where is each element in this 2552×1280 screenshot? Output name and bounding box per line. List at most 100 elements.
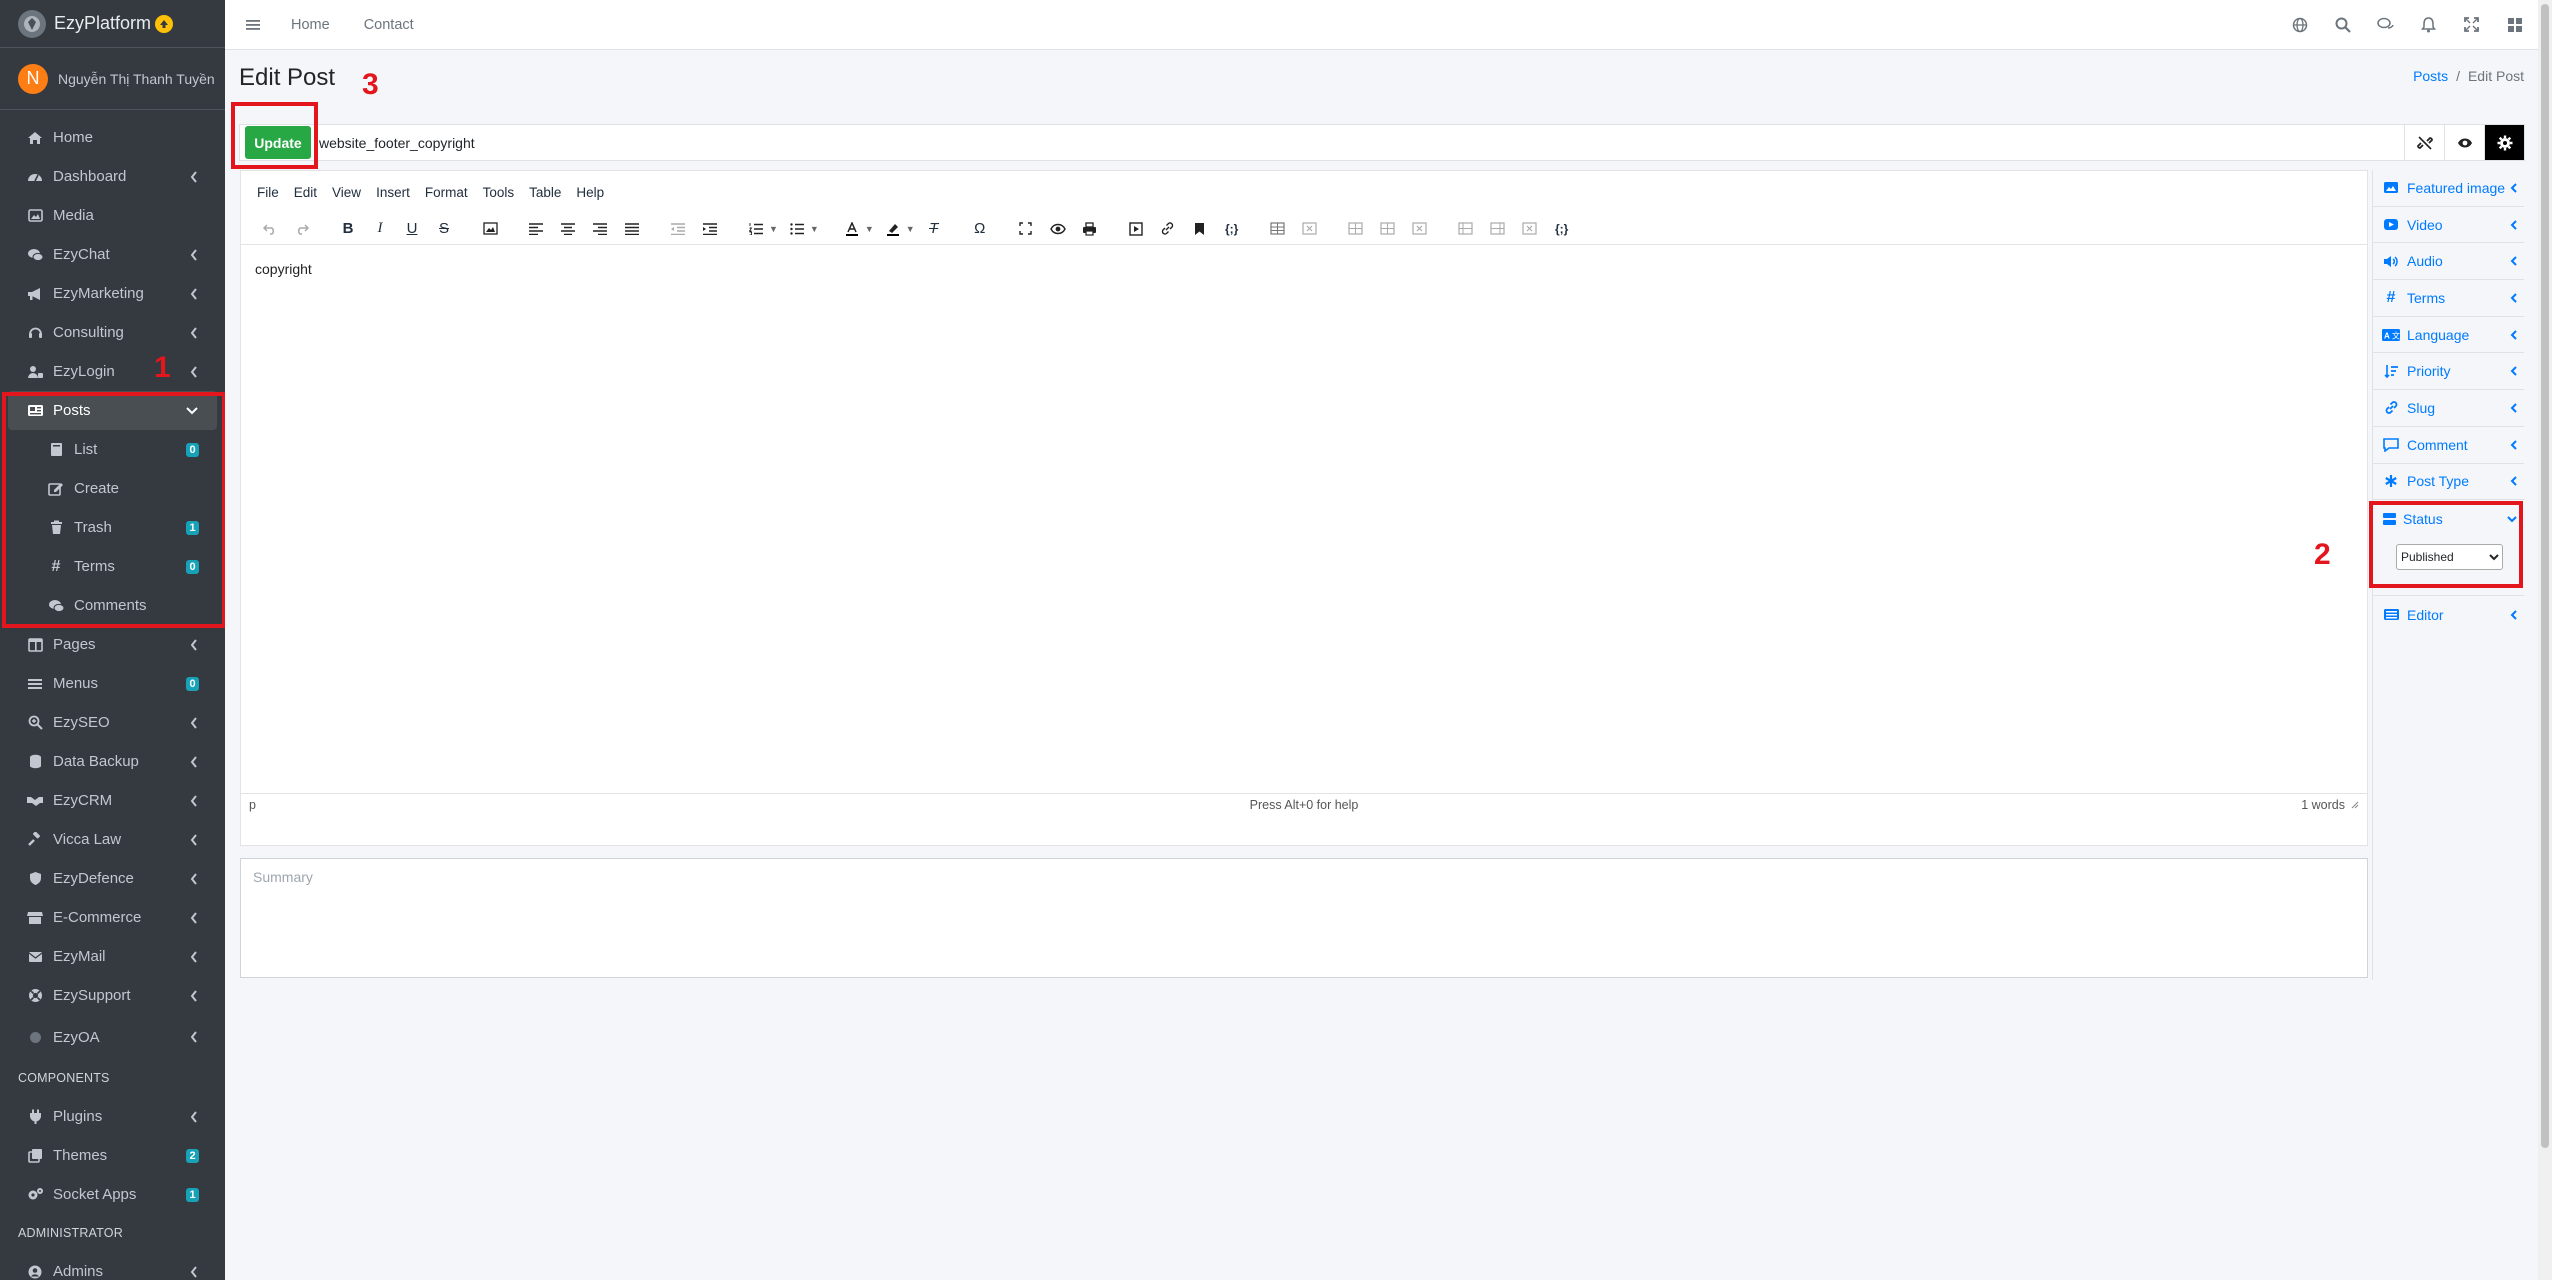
chevron-down-icon[interactable]: ▼ bbox=[865, 224, 874, 234]
sidebar-item-posts[interactable]: Posts bbox=[8, 391, 217, 430]
menu-toggle-icon[interactable] bbox=[225, 19, 281, 31]
insert-image-icon[interactable] bbox=[477, 216, 503, 242]
sidebar-item-comments[interactable]: Comments bbox=[8, 586, 217, 625]
sidebar-item-e-commerce[interactable]: E-Commerce bbox=[8, 898, 217, 937]
underline-icon[interactable]: U bbox=[399, 216, 425, 242]
sidebar-item-admins[interactable]: Admins bbox=[8, 1252, 217, 1280]
update-button[interactable]: Update bbox=[245, 126, 311, 159]
nav-link-contact[interactable]: Contact bbox=[354, 17, 438, 33]
status-header[interactable]: Status bbox=[2381, 508, 2518, 530]
preview-eye-icon[interactable] bbox=[2444, 125, 2484, 160]
fullscreen-icon[interactable] bbox=[2450, 0, 2493, 50]
numbered-list-icon[interactable] bbox=[743, 216, 769, 242]
insert-media-icon[interactable] bbox=[1123, 216, 1149, 242]
sidebar-item-menus[interactable]: Menus 0 bbox=[8, 664, 217, 703]
italic-icon[interactable]: I bbox=[367, 216, 393, 242]
panel-item-video[interactable]: Video bbox=[2373, 207, 2524, 244]
code-sample-icon[interactable]: {;} bbox=[1219, 216, 1245, 242]
bookmark-anchor-icon[interactable] bbox=[1187, 216, 1213, 242]
sidebar-item-pages[interactable]: Pages bbox=[8, 625, 217, 664]
sidebar-item-ezylogin[interactable]: EzyLogin bbox=[8, 352, 217, 391]
sidebar-item-list[interactable]: List 0 bbox=[8, 430, 217, 469]
undo-icon[interactable] bbox=[257, 216, 283, 242]
menu-view[interactable]: View bbox=[332, 185, 361, 200]
align-justify-icon[interactable] bbox=[619, 216, 645, 242]
insert-row-after-icon[interactable] bbox=[1375, 216, 1401, 242]
element-path[interactable]: p bbox=[249, 798, 256, 812]
menu-file[interactable]: File bbox=[257, 185, 279, 200]
outdent-icon[interactable] bbox=[665, 216, 691, 242]
sidebar-item-ezychat[interactable]: EzyChat bbox=[8, 235, 217, 274]
sidebar-item-consulting[interactable]: Consulting bbox=[8, 313, 217, 352]
highlight-color-icon[interactable] bbox=[880, 216, 906, 242]
sidebar-item-ezycrm[interactable]: EzyCRM bbox=[8, 781, 217, 820]
sidebar-item-terms[interactable]: # Terms 0 bbox=[8, 547, 217, 586]
post-title-input[interactable]: website_footer_copyright bbox=[319, 135, 2404, 151]
fullscreen-editor-icon[interactable] bbox=[1013, 216, 1039, 242]
breadcrumb-posts-link[interactable]: Posts bbox=[2413, 68, 2448, 84]
editor-content-area[interactable]: copyright bbox=[241, 245, 2367, 793]
chevron-down-icon[interactable]: ▼ bbox=[906, 224, 915, 234]
brand-link[interactable]: EzyPlatform bbox=[0, 0, 225, 48]
editor-paragraph[interactable]: copyright bbox=[255, 261, 2353, 277]
delete-row-icon[interactable] bbox=[1407, 216, 1433, 242]
sidebar-item-themes[interactable]: Themes 2 bbox=[8, 1136, 217, 1175]
sidebar-item-ezydefence[interactable]: EzyDefence bbox=[8, 859, 217, 898]
nav-link-home[interactable]: Home bbox=[281, 17, 354, 33]
sidebar-item-ezymail[interactable]: EzyMail bbox=[8, 937, 217, 976]
preview-icon[interactable] bbox=[1045, 216, 1071, 242]
panel-item-slug[interactable]: Slug bbox=[2373, 390, 2524, 427]
messages-icon[interactable] bbox=[2364, 0, 2407, 50]
panel-item-priority[interactable]: Priority bbox=[2373, 353, 2524, 391]
sidebar-item-ezyseo[interactable]: EzySEO bbox=[8, 703, 217, 742]
sidebar-item-dashboard[interactable]: Dashboard bbox=[8, 157, 217, 196]
panel-item-featured-image[interactable]: Featured image bbox=[2373, 170, 2524, 207]
search-icon[interactable] bbox=[2321, 0, 2364, 50]
user-name[interactable]: Nguyễn Thị Thanh Tuyền bbox=[58, 71, 215, 87]
align-center-icon[interactable] bbox=[555, 216, 581, 242]
table-icon[interactable] bbox=[1265, 216, 1291, 242]
text-color-icon[interactable] bbox=[839, 216, 865, 242]
sidebar-item-socket-apps[interactable]: Socket Apps 1 bbox=[8, 1175, 217, 1214]
insert-row-before-icon[interactable] bbox=[1343, 216, 1369, 242]
chevron-down-icon[interactable]: ▼ bbox=[769, 224, 778, 234]
summary-textarea[interactable]: Summary bbox=[240, 858, 2368, 978]
panel-item-post-type[interactable]: Post Type bbox=[2373, 464, 2524, 501]
panel-item-comment[interactable]: Comment bbox=[2373, 427, 2524, 464]
menu-tools[interactable]: Tools bbox=[483, 185, 515, 200]
language-globe-icon[interactable] bbox=[2278, 0, 2321, 50]
print-icon[interactable] bbox=[1077, 216, 1103, 242]
source-code-icon[interactable]: {;} bbox=[1549, 216, 1575, 242]
insert-column-before-icon[interactable] bbox=[1453, 216, 1479, 242]
align-left-icon[interactable] bbox=[523, 216, 549, 242]
bold-icon[interactable]: B bbox=[335, 216, 361, 242]
sidebar-item-data-backup[interactable]: Data Backup bbox=[8, 742, 217, 781]
sidebar-item-vicca-law[interactable]: Vicca Law bbox=[8, 820, 217, 859]
scrollbar-thumb[interactable] bbox=[2541, 4, 2549, 1148]
sidebar-item-create[interactable]: Create bbox=[8, 469, 217, 508]
menu-help[interactable]: Help bbox=[576, 185, 604, 200]
notifications-bell-icon[interactable] bbox=[2407, 0, 2450, 50]
status-select[interactable]: Published Draft Private bbox=[2396, 544, 2503, 571]
sidebar-item-ezymarketing[interactable]: EzyMarketing bbox=[8, 274, 217, 313]
word-count[interactable]: 1 words bbox=[2301, 798, 2345, 812]
user-panel[interactable]: N Nguyễn Thị Thanh Tuyền bbox=[0, 48, 225, 110]
resize-handle-icon[interactable] bbox=[2351, 801, 2359, 809]
insert-column-after-icon[interactable] bbox=[1485, 216, 1511, 242]
panel-item-audio[interactable]: Audio bbox=[2373, 243, 2524, 281]
clear-formatting-icon[interactable]: T bbox=[921, 216, 947, 242]
unlink-icon[interactable] bbox=[2404, 125, 2444, 160]
sidebar-item-plugins[interactable]: Plugins bbox=[8, 1097, 217, 1136]
align-right-icon[interactable] bbox=[587, 216, 613, 242]
redo-icon[interactable] bbox=[289, 216, 315, 242]
special-character-icon[interactable]: Ω bbox=[967, 216, 993, 242]
panel-item-editor[interactable]: Editor bbox=[2373, 596, 2524, 633]
panel-item-language[interactable]: A文 Language bbox=[2373, 317, 2524, 354]
strikethrough-icon[interactable]: S bbox=[431, 216, 457, 242]
apps-grid-icon[interactable] bbox=[2493, 0, 2536, 50]
delete-table-icon[interactable] bbox=[1297, 216, 1323, 242]
sidebar-item-trash[interactable]: Trash 1 bbox=[8, 508, 217, 547]
menu-insert[interactable]: Insert bbox=[376, 185, 410, 200]
menu-edit[interactable]: Edit bbox=[294, 185, 317, 200]
settings-gear-icon[interactable] bbox=[2484, 125, 2524, 160]
